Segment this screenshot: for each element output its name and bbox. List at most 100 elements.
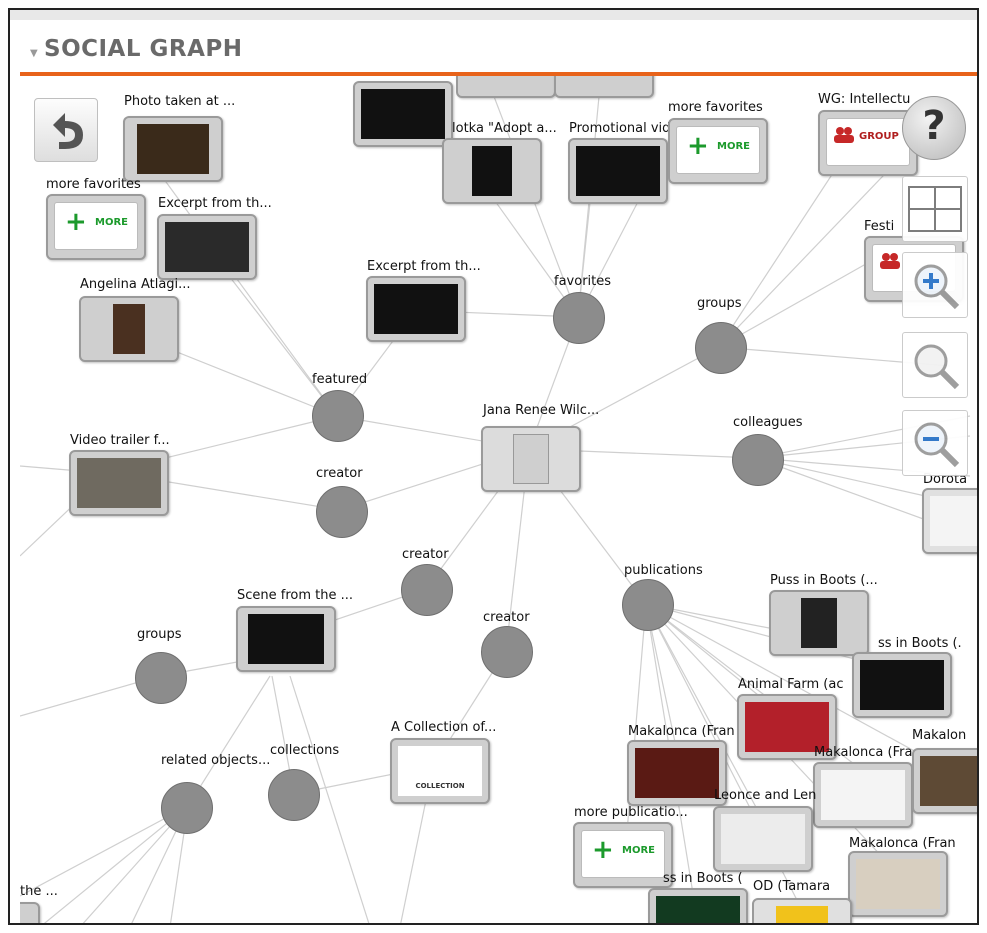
node-label-makalonca-4: Makalonca (Fran (849, 836, 956, 851)
hub-groups-top[interactable] (695, 322, 747, 374)
node-makalonca-4[interactable] (848, 851, 948, 917)
help-button[interactable]: ? (902, 96, 966, 160)
node-label-wg: WG: Intellectu (818, 92, 911, 107)
hub-label-related-objects: related objects... (161, 753, 271, 768)
node-thumbnail (721, 814, 805, 864)
help-icon: ? (922, 103, 946, 149)
node-od-tamara[interactable] (752, 898, 852, 923)
node-center-profile[interactable] (481, 426, 581, 492)
node-puss-3[interactable] (648, 888, 748, 923)
header-bar (10, 10, 977, 20)
node-label-more-favorites-left: more favorites (46, 177, 141, 192)
hub-groups-left[interactable] (135, 652, 187, 704)
hub-collections[interactable] (268, 769, 320, 821)
hub-creator-left[interactable] (316, 486, 368, 538)
node-thumbnail (776, 906, 828, 923)
collection-text: COLLECTION (415, 782, 465, 790)
node-thumbnail (576, 146, 660, 196)
zoom-in-icon (914, 264, 960, 310)
node-label-the: the ... (20, 884, 58, 899)
node-scene[interactable] (236, 606, 336, 672)
node-dorota[interactable] (922, 488, 977, 554)
hub-creator-low[interactable] (481, 626, 533, 678)
node-more-favorites-top[interactable]: + MORE (668, 118, 768, 184)
profile-thumbnail (513, 434, 549, 484)
node-video-trailer[interactable] (69, 450, 169, 516)
node-puss-2[interactable] (852, 652, 952, 718)
node-puss-1[interactable] (769, 590, 869, 656)
grid-icon (908, 186, 962, 232)
node-excerpt-mid[interactable] (366, 276, 466, 342)
hub-label-creator-left: creator (316, 466, 363, 481)
graph-canvas[interactable]: featured favorites groups colleagues cre… (20, 76, 977, 923)
hub-label-groups-top: groups (697, 296, 742, 311)
node-label-puss-3: ss in Boots ( (663, 871, 743, 886)
node-label-video-trailer: Video trailer f... (70, 433, 170, 448)
plus-icon: + (65, 207, 87, 237)
more-text: MORE (622, 845, 655, 856)
node-thumbnail (165, 222, 249, 272)
hub-label-collections: collections (270, 743, 340, 758)
node-label-puss-1: Puss in Boots (... (770, 573, 878, 588)
node-thumbnail (821, 770, 905, 820)
more-text: MORE (95, 217, 128, 228)
zoom-reset-button[interactable] (902, 332, 968, 398)
more-text: MORE (717, 141, 750, 152)
back-button[interactable] (34, 98, 98, 162)
node-label-excerpt-left: Excerpt from th... (158, 196, 272, 211)
hub-creator-mid[interactable] (401, 564, 453, 616)
node-label-photo-taken: Photo taken at ... (124, 94, 236, 109)
node-top-clip-3[interactable] (554, 76, 654, 98)
hub-label-colleagues: colleagues (733, 415, 803, 430)
node-thumbnail (361, 89, 445, 139)
hub-publications[interactable] (622, 579, 674, 631)
node-thumbnail (801, 598, 837, 648)
hub-featured[interactable] (312, 390, 364, 442)
node-label-center: Jana Renee Wilc... (483, 403, 600, 418)
node-thumbnail (856, 859, 940, 909)
node-promotional[interactable] (568, 138, 668, 204)
node-label-festi: Festi (864, 219, 895, 234)
node-lotka[interactable] (442, 138, 542, 204)
hub-label-creator-low: creator (483, 610, 530, 625)
panel-header: ▼ SOCIAL GRAPH (10, 10, 977, 76)
node-makalonca-1[interactable] (627, 740, 727, 806)
node-excerpt-left[interactable] (157, 214, 257, 280)
node-thumbnail (113, 304, 145, 354)
node-makalonca-3[interactable] (912, 748, 977, 814)
more-badge: + MORE (54, 202, 138, 250)
node-thumbnail (635, 748, 719, 798)
node-top-clip-1[interactable] (353, 81, 453, 147)
hub-label-favorites: favorites (554, 274, 612, 289)
node-thumbnail (472, 146, 512, 196)
collapse-caret-icon[interactable]: ▼ (30, 48, 38, 59)
more-badge: + MORE (676, 126, 760, 174)
hub-label-groups-left: groups (137, 627, 182, 642)
hub-colleagues[interactable] (732, 434, 784, 486)
node-thumbnail (374, 284, 458, 334)
node-thumbnail (77, 458, 161, 508)
hub-label-publications: publications (624, 563, 703, 578)
node-label-promotional: Promotional vid... (569, 121, 683, 136)
plus-icon: + (592, 835, 614, 865)
node-photo-taken[interactable] (123, 116, 223, 182)
fit-grid-button[interactable] (902, 176, 968, 242)
hub-related-objects[interactable] (161, 782, 213, 834)
zoom-out-button[interactable] (902, 410, 968, 476)
node-label-more-favorites-top: more favorites (668, 100, 763, 115)
zoom-in-button[interactable] (902, 252, 968, 318)
node-label-od-tamara: OD (Tamara (753, 879, 831, 894)
node-top-clip-2[interactable] (456, 76, 556, 98)
node-makalonca-2[interactable] (813, 762, 913, 828)
node-more-publications[interactable]: + MORE (573, 822, 673, 888)
hub-favorites[interactable] (553, 292, 605, 344)
node-angelina[interactable] (79, 296, 179, 362)
node-leonce[interactable] (713, 806, 813, 872)
node-more-favorites-left[interactable]: + MORE (46, 194, 146, 260)
node-collection[interactable]: COLLECTION (390, 738, 490, 804)
plus-icon: + (687, 131, 709, 161)
node-the[interactable] (20, 902, 40, 923)
more-badge: + MORE (581, 830, 665, 878)
hub-label-creator-mid: creator (402, 547, 449, 562)
people-icon (834, 127, 854, 143)
